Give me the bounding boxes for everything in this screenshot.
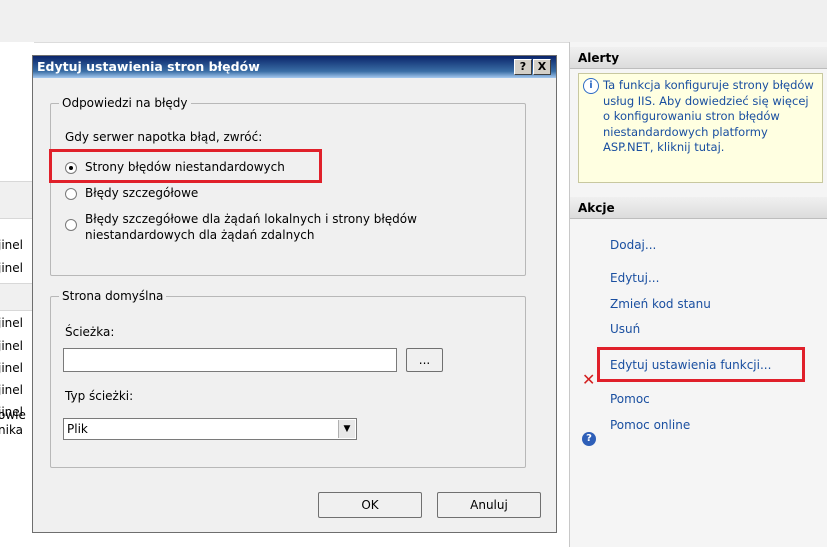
delete-icon: ✕ [582,370,596,389]
info-icon: i [583,78,599,94]
chevron-down-icon[interactable]: ▼ [338,420,355,438]
list-group-band [0,283,34,311]
action-help[interactable]: Pomoc [610,392,650,406]
radio-detailed-local-custom-remote[interactable] [65,219,77,231]
action-edit[interactable]: Edytuj... [610,271,659,285]
edit-error-pages-dialog: Edytuj ustawienia stron błędów ? X Odpow… [32,55,557,533]
list-fragment[interactable]: jinel [0,383,23,397]
list-fragment[interactable]: jinel [0,405,23,419]
radio-detailed-errors-label[interactable]: Błędy szczegółowe [85,186,198,200]
list-fragment[interactable]: jinel [0,261,23,275]
path-type-value: Plik [67,422,88,436]
path-type-label: Typ ścieżki: [65,389,134,403]
path-label: Ścieżka: [65,325,115,339]
list-fragment[interactable]: jinel [0,316,23,330]
radio-detailed-local-label-line1[interactable]: Błędy szczegółowe dla żądań lokalnych i … [85,212,417,226]
ok-button[interactable]: OK [318,492,422,518]
actions-header: Akcje [570,197,827,219]
path-type-select[interactable]: Plik ▼ [63,418,357,440]
close-button[interactable]: X [533,59,551,75]
left-content-strip: owie nika jinel jinel jinel jinel jinel … [0,42,34,547]
alert-box: i Ta funkcja konfiguruje strony błędów u… [578,73,823,183]
list-header-band [0,181,34,219]
browse-button[interactable]: ... [406,348,443,372]
action-change-status-code[interactable]: Zmień kod stanu [610,297,711,311]
highlight-edit-feature-settings [597,347,805,382]
list-fragment[interactable]: jinel [0,339,23,353]
responses-prompt: Gdy serwer napotka błąd, zwróć: [65,130,263,144]
cancel-button[interactable]: Anuluj [437,492,541,518]
radio-detailed-errors[interactable] [65,188,77,200]
dialog-titlebar[interactable]: Edytuj ustawienia stron błędów ? X [33,56,556,78]
alerts-header: Alerty [570,47,827,69]
radio-detailed-local-label-line2[interactable]: niestandardowych dla żądań zdalnych [85,228,315,242]
action-add[interactable]: Dodaj... [610,238,656,252]
action-help-online[interactable]: Pomoc online [610,418,690,432]
highlight-custom-error-pages [49,149,322,183]
default-page-group-legend: Strona domyślna [62,289,164,303]
dialog-title: Edytuj ustawienia stron błędów [37,59,260,74]
list-fragment: nika [0,423,24,437]
action-delete[interactable]: Usuń [610,322,640,336]
responses-group-legend: Odpowiedzi na błędy [62,96,188,110]
help-button[interactable]: ? [514,59,532,75]
alert-text[interactable]: Ta funkcja konfiguruje strony błędów usł… [603,78,815,156]
list-fragment[interactable]: jinel [0,238,23,252]
path-input[interactable] [63,348,397,372]
help-icon: ? [582,432,596,446]
default-page-group: Strona domyślna [50,289,526,468]
list-fragment[interactable]: jinel [0,361,23,375]
actions-pane: Alerty i Ta funkcja konfiguruje strony b… [569,42,827,547]
window-top-bar [0,0,827,43]
